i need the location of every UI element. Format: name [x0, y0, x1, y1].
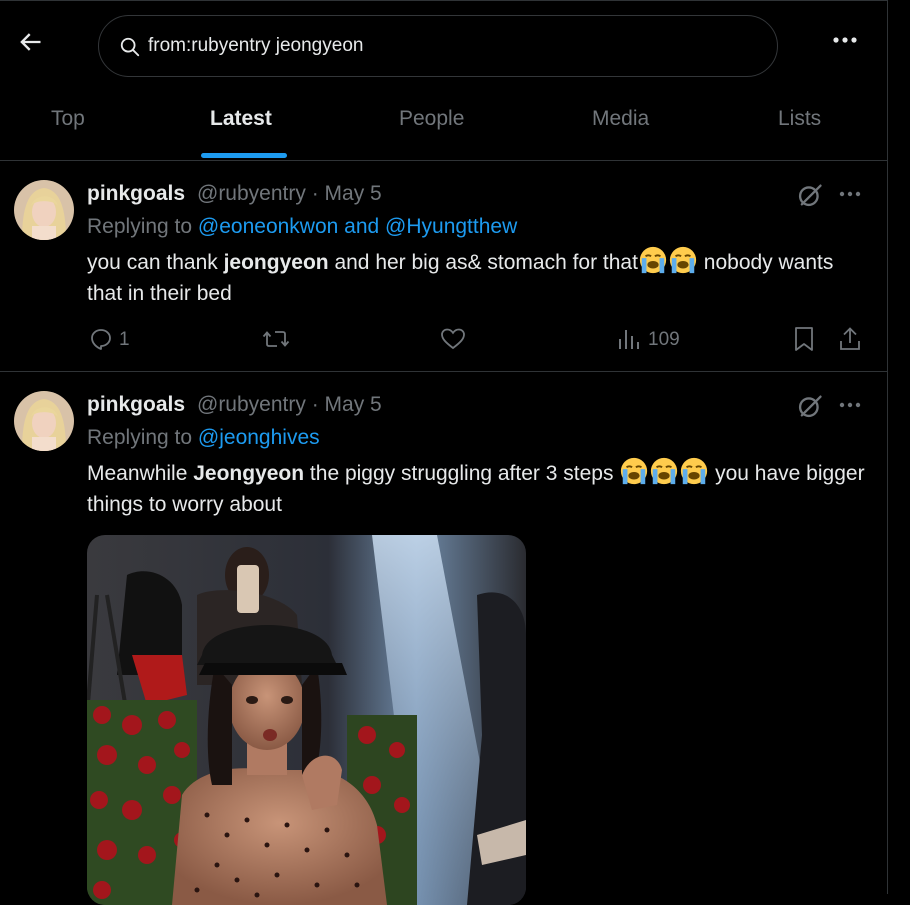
bookmark-icon[interactable]	[792, 326, 816, 352]
search-icon	[120, 37, 140, 57]
views-icon[interactable]	[617, 327, 641, 351]
like-heart-icon[interactable]	[440, 327, 466, 351]
share-icon[interactable]	[838, 326, 862, 352]
active-tab-indicator	[201, 153, 287, 158]
text-part: the piggy struggling after 3 steps	[304, 462, 620, 485]
tab-latest[interactable]: Latest	[210, 107, 272, 131]
avatar[interactable]	[14, 391, 74, 451]
handle-and-date[interactable]: @rubyentry · May 5	[197, 393, 382, 417]
grok-icon[interactable]	[796, 392, 824, 420]
divider	[0, 160, 887, 161]
search-bar[interactable]: from:rubyentry jeongyeon	[98, 15, 778, 77]
tab-media[interactable]: Media	[592, 107, 649, 131]
crying-face-emoji-icon	[681, 457, 708, 485]
page-gutter	[888, 0, 910, 894]
highlight-keyword: jeongyeon	[223, 251, 329, 274]
tab-people[interactable]: People	[399, 107, 464, 131]
back-arrow-icon[interactable]	[16, 28, 44, 56]
reply-icon[interactable]	[89, 327, 113, 351]
divider	[0, 371, 887, 372]
highlight-keyword: Jeongyeon	[193, 462, 305, 485]
tweet-text: Meanwhile Jeongyeon the piggy struggling…	[87, 456, 867, 520]
crying-face-emoji-icon	[669, 246, 697, 274]
search-input[interactable]: from:rubyentry jeongyeon	[148, 35, 363, 57]
handle-and-date[interactable]: @rubyentry · May 5	[197, 182, 382, 206]
display-name[interactable]: pinkgoals	[87, 393, 185, 417]
text-part: Meanwhile	[87, 462, 194, 485]
search-tabs: Top Latest People Media Lists	[0, 90, 887, 160]
text-part: you can thank	[87, 251, 224, 274]
grok-icon[interactable]	[796, 181, 824, 209]
reply-count: 1	[119, 329, 130, 350]
view-count: 109	[648, 329, 680, 350]
crying-face-emoji-icon	[621, 457, 648, 485]
replying-mentions[interactable]: @jeonghives	[198, 426, 320, 449]
more-options-icon[interactable]	[830, 32, 860, 48]
replying-to: Replying to @jeonghives	[87, 426, 320, 450]
more-icon[interactable]	[838, 399, 862, 411]
crying-face-emoji-icon	[651, 457, 678, 485]
replying-prefix: Replying to	[87, 426, 198, 449]
more-icon[interactable]	[838, 188, 862, 200]
retweet-icon[interactable]	[262, 327, 290, 351]
display-name[interactable]: pinkgoals	[87, 182, 185, 206]
tab-lists[interactable]: Lists	[778, 107, 821, 131]
crying-face-emoji-icon	[639, 246, 667, 274]
replying-prefix: Replying to	[87, 215, 198, 238]
tweet-text: you can thank jeongyeon and her big as& …	[87, 245, 867, 309]
tab-top[interactable]: Top	[51, 107, 85, 131]
replying-mentions[interactable]: @eoneonkwon and @Hyungtthew	[198, 215, 517, 238]
avatar[interactable]	[14, 180, 74, 240]
top-border	[0, 0, 910, 1]
tweet-media-video[interactable]	[87, 535, 526, 905]
replying-to: Replying to @eoneonkwon and @Hyungtthew	[87, 215, 517, 239]
text-part: and her big as& stomach for that	[328, 251, 638, 274]
